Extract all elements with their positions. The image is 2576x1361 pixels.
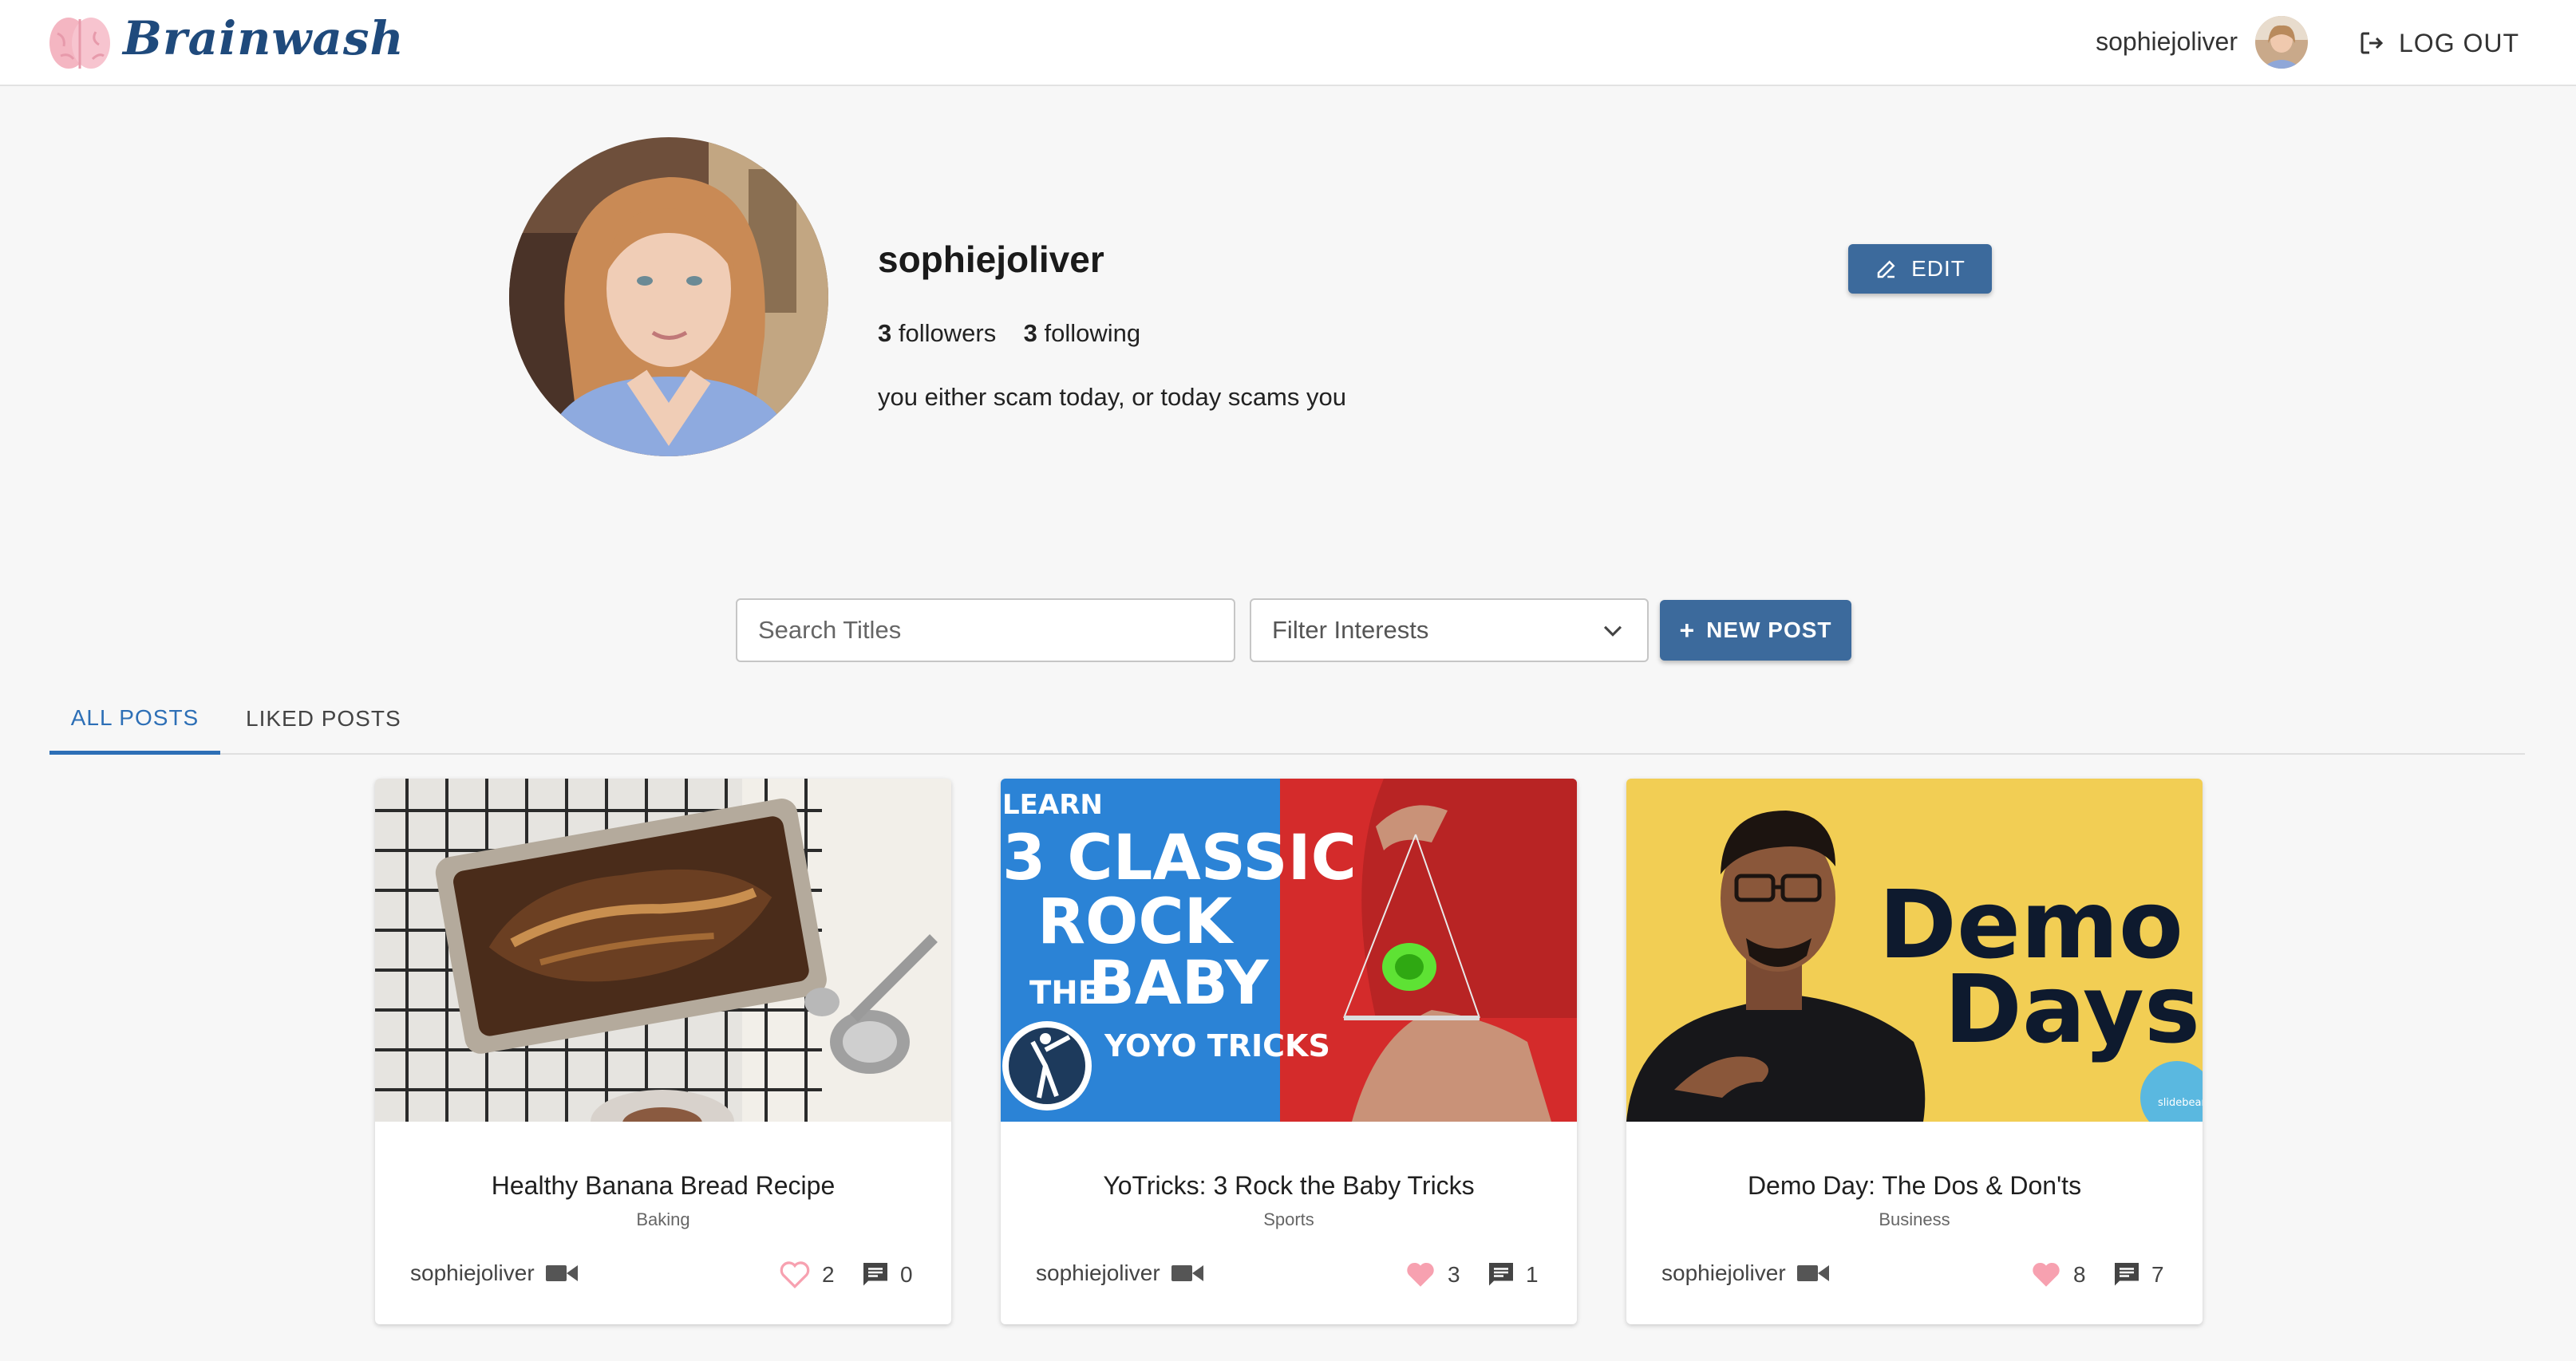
like-button[interactable]: 2 — [779, 1260, 835, 1289]
post-card[interactable]: Healthy Banana Bread Recipe Baking sophi… — [375, 779, 951, 1324]
logout-icon — [2361, 32, 2384, 54]
top-app-bar: Brainwash sophiejoliver LOG OUT — [0, 0, 2576, 86]
post-author-name: sophiejoliver — [1661, 1260, 1786, 1285]
post-author[interactable]: sophiejoliver — [410, 1260, 578, 1286]
comments-button[interactable]: 7 — [2112, 1260, 2164, 1289]
like-count: 3 — [1448, 1262, 1460, 1287]
post-thumbnail[interactable]: LEARN 3 CLASSIC ROCK THE BABY YOYO TRICK… — [1001, 779, 1577, 1122]
comment-icon — [863, 1263, 887, 1286]
edit-label: EDIT — [1911, 256, 1966, 281]
like-button[interactable]: 3 — [1405, 1260, 1460, 1289]
filter-interests-select[interactable]: Filter Interests — [1250, 598, 1649, 662]
followers-label: followers — [898, 319, 997, 347]
post-card[interactable]: slidebean Demo Days Demo Day: The Dos & … — [1626, 779, 2203, 1324]
header-username[interactable]: sophiejoliver — [2096, 27, 2238, 57]
thumbnail-text-yoyo: YOYO TRICKS — [1104, 1028, 1330, 1063]
followers-link[interactable]: 3 followers — [878, 319, 996, 347]
followers-count: 3 — [878, 319, 892, 347]
comment-count: 7 — [2151, 1262, 2164, 1287]
post-category: Baking — [636, 1209, 690, 1229]
post-card[interactable]: LEARN 3 CLASSIC ROCK THE BABY YOYO TRICK… — [1001, 779, 1577, 1324]
comments-button[interactable]: 1 — [1486, 1260, 1539, 1289]
logout-button[interactable]: LOG OUT — [2357, 24, 2519, 62]
following-count: 3 — [1023, 319, 1037, 347]
comments-button[interactable]: 0 — [860, 1260, 913, 1289]
heart-outline-icon — [780, 1261, 810, 1289]
video-camera-icon — [1171, 1265, 1203, 1281]
plus-icon: + — [1679, 615, 1696, 645]
profile-username: sophiejoliver — [878, 239, 1104, 280]
thumbnail-text-days: Days — [1944, 954, 2200, 1064]
thumbnail-text-slidebean: slidebean — [2158, 1097, 2203, 1109]
thumbnail-text-learn: LEARN — [1002, 789, 1103, 821]
tab-all-posts[interactable]: ALL POSTS — [49, 684, 220, 755]
search-input[interactable]: Search Titles — [736, 598, 1235, 662]
post-author-name: sophiejoliver — [410, 1260, 535, 1285]
post-title[interactable]: Demo Day: The Dos & Don'ts — [1626, 1171, 2203, 1201]
brain-logo-icon[interactable] — [46, 13, 113, 73]
heart-filled-icon — [2033, 1262, 2060, 1287]
profile-bio: you either scam today, or today scams yo… — [878, 383, 1346, 411]
comment-icon — [1489, 1263, 1513, 1286]
post-title[interactable]: Healthy Banana Bread Recipe — [375, 1171, 951, 1201]
post-thumbnail[interactable]: slidebean Demo Days — [1626, 779, 2203, 1122]
thumbnail-text-baby: BABY — [1088, 947, 1270, 1018]
tab-liked-posts[interactable]: LIKED POSTS — [246, 684, 401, 753]
header-avatar[interactable] — [2255, 16, 2308, 69]
heart-filled-icon — [1407, 1262, 1434, 1287]
logout-label: LOG OUT — [2399, 28, 2520, 57]
video-camera-icon — [545, 1265, 578, 1281]
profile-photo — [509, 137, 828, 456]
like-count: 8 — [2073, 1262, 2086, 1287]
post-title[interactable]: YoTricks: 3 Rock the Baby Tricks — [1001, 1171, 1577, 1201]
new-post-button[interactable]: + NEW POST — [1660, 600, 1851, 661]
post-tabs: ALL POSTS LIKED POSTS — [49, 684, 2525, 755]
post-author-name: sophiejoliver — [1036, 1260, 1160, 1285]
comment-count: 0 — [900, 1262, 913, 1287]
edit-profile-button[interactable]: EDIT — [1848, 244, 1992, 294]
new-post-label: NEW POST — [1706, 617, 1832, 642]
follow-stats: 3 followers 3 following — [878, 319, 1140, 348]
video-camera-icon — [1796, 1265, 1829, 1281]
post-author[interactable]: sophiejoliver — [1661, 1260, 1829, 1286]
comment-icon — [2115, 1263, 2139, 1286]
post-author[interactable]: sophiejoliver — [1036, 1260, 1203, 1286]
post-thumbnail[interactable] — [375, 779, 951, 1122]
brand-name[interactable]: Brainwash — [123, 11, 405, 65]
filter-placeholder: Filter Interests — [1272, 616, 1429, 644]
chevron-down-icon — [1603, 625, 1622, 637]
following-label: following — [1044, 319, 1141, 347]
thumbnail-text-classic: 3 CLASSIC — [1002, 823, 1357, 894]
following-link[interactable]: 3 following — [1024, 319, 1141, 347]
pencil-icon — [1877, 260, 1895, 278]
post-category: Business — [1879, 1209, 1950, 1229]
like-count: 2 — [822, 1262, 835, 1287]
like-button[interactable]: 8 — [2030, 1260, 2086, 1289]
post-category: Sports — [1263, 1209, 1314, 1229]
search-placeholder: Search Titles — [758, 616, 902, 644]
comment-count: 1 — [1526, 1262, 1539, 1287]
